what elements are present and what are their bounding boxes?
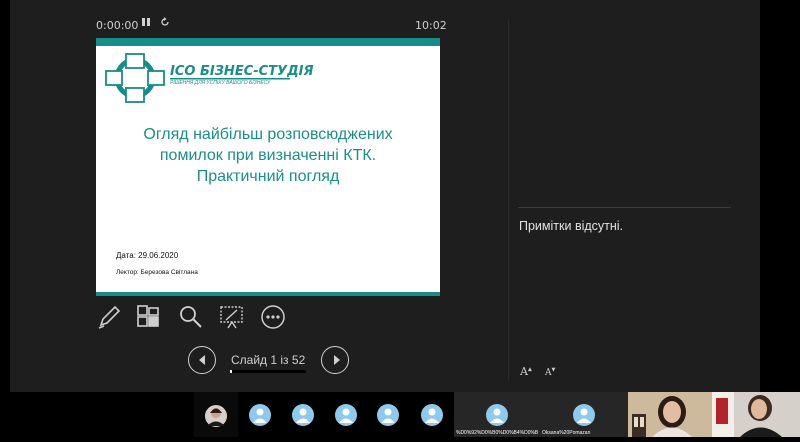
user-icon: [490, 408, 504, 423]
restart-icon: [161, 17, 169, 26]
avatar: [249, 404, 271, 426]
participant-video: [712, 392, 800, 437]
zoom-button[interactable]: [178, 304, 204, 330]
participant-tile[interactable]: Oksana%20Pomazan: [540, 392, 628, 437]
triangle-left-icon: [199, 355, 205, 365]
slide-progress-fill: [230, 370, 232, 373]
elapsed-time: 0:00:00: [96, 19, 139, 32]
pause-icon: [142, 18, 150, 26]
participant-tile[interactable]: [194, 392, 238, 437]
pen-icon: [98, 305, 121, 329]
restart-button[interactable]: [160, 17, 170, 30]
panel-divider: [508, 20, 509, 380]
increase-font-button[interactable]: A▲: [520, 365, 532, 378]
user-icon: [425, 408, 439, 423]
avatar: [292, 404, 314, 426]
participant-tile[interactable]: [282, 392, 326, 437]
subtitles-button[interactable]: [219, 304, 245, 330]
participant-tile[interactable]: [628, 392, 712, 437]
participant-video: [628, 392, 712, 437]
more-options-button[interactable]: [260, 304, 286, 330]
notes-divider: [518, 207, 731, 208]
avatar: [573, 404, 595, 426]
logo-subtitle: РІШЕННЯ ДЛЯ УСПІХУ ВАШОГО БІЗНЕСУ: [170, 80, 271, 86]
see-all-slides-button[interactable]: [136, 304, 162, 330]
previous-slide-button[interactable]: [188, 346, 216, 374]
next-slide-button[interactable]: [321, 346, 349, 374]
participant-tile[interactable]: [712, 392, 800, 437]
slide-progress-bar: [230, 370, 306, 373]
slide-lector: Лектор: Березова Світлана: [116, 269, 198, 276]
participant-tile[interactable]: %D0%92%D0%B0%D0%B4%D0%B8%D0%B8...: [454, 392, 540, 437]
slide-top-gap: [96, 46, 440, 48]
triangle-right-icon: [334, 355, 340, 365]
user-icon: [577, 408, 591, 423]
speaker-notes: Примітки відсутні.: [519, 219, 624, 233]
current-slide[interactable]: ІСО БІЗНЕС-СТУДІЯ РІШЕННЯ ДЛЯ УСПІХУ ВАШ…: [96, 38, 440, 296]
zoom-window: 0:00:00 10:02 ІСО БІЗНЕС-СТУДІЯ РІШЕННЯ …: [0, 0, 800, 437]
participant-tile[interactable]: [414, 392, 454, 437]
slide-counter: Слайд 1 із 52: [231, 353, 306, 367]
participant-name: %D0%92%D0%B0%D0%B4%D0%B8%D0%B8...: [456, 430, 538, 436]
slide-title-line: Практичний погляд: [196, 168, 340, 185]
zoom-icon: [180, 306, 202, 328]
user-icon: [381, 408, 395, 423]
more-icon: [261, 305, 285, 329]
slide-title-line: помилок при визначенні КТК.: [159, 147, 377, 164]
subtitles-icon: [220, 306, 243, 329]
increase-font-label: A: [520, 365, 528, 378]
slide-date: Дата: 29.06.2020: [116, 251, 179, 260]
user-icon: [253, 408, 267, 423]
avatar: [335, 404, 357, 426]
pause-button[interactable]: [141, 17, 151, 30]
participant-tile[interactable]: [326, 392, 370, 437]
slide-top-bar: [96, 38, 440, 46]
participant-tile[interactable]: [238, 392, 282, 437]
presenter-view: 0:00:00 10:02 ІСО БІЗНЕС-СТУДІЯ РІШЕННЯ …: [10, 0, 760, 392]
remaining-time: 10:02: [415, 19, 447, 32]
participant-name: Oksana%20Pomazan: [542, 430, 591, 436]
company-logo-icon: [105, 53, 165, 103]
slide-title-line: Огляд найбільш розповсюджених: [143, 126, 393, 143]
pen-tool-button[interactable]: [96, 304, 122, 330]
avatar: [377, 404, 399, 426]
user-icon: [296, 408, 310, 423]
user-icon: [339, 408, 353, 423]
participant-video: [205, 405, 227, 427]
slide-title: Огляд найбільш розповсюджених помилок пр…: [116, 124, 420, 187]
avatar: [486, 404, 508, 426]
slide-bottom-bar: [96, 292, 440, 296]
participant-tile[interactable]: [370, 392, 414, 437]
decrease-font-button[interactable]: A▼: [545, 367, 555, 378]
avatar: [421, 404, 443, 426]
participants-strip: %D0%92%D0%B0%D0%B4%D0%B8%D0%B8... Oksana…: [0, 392, 800, 437]
slides-grid-icon: [137, 305, 159, 327]
